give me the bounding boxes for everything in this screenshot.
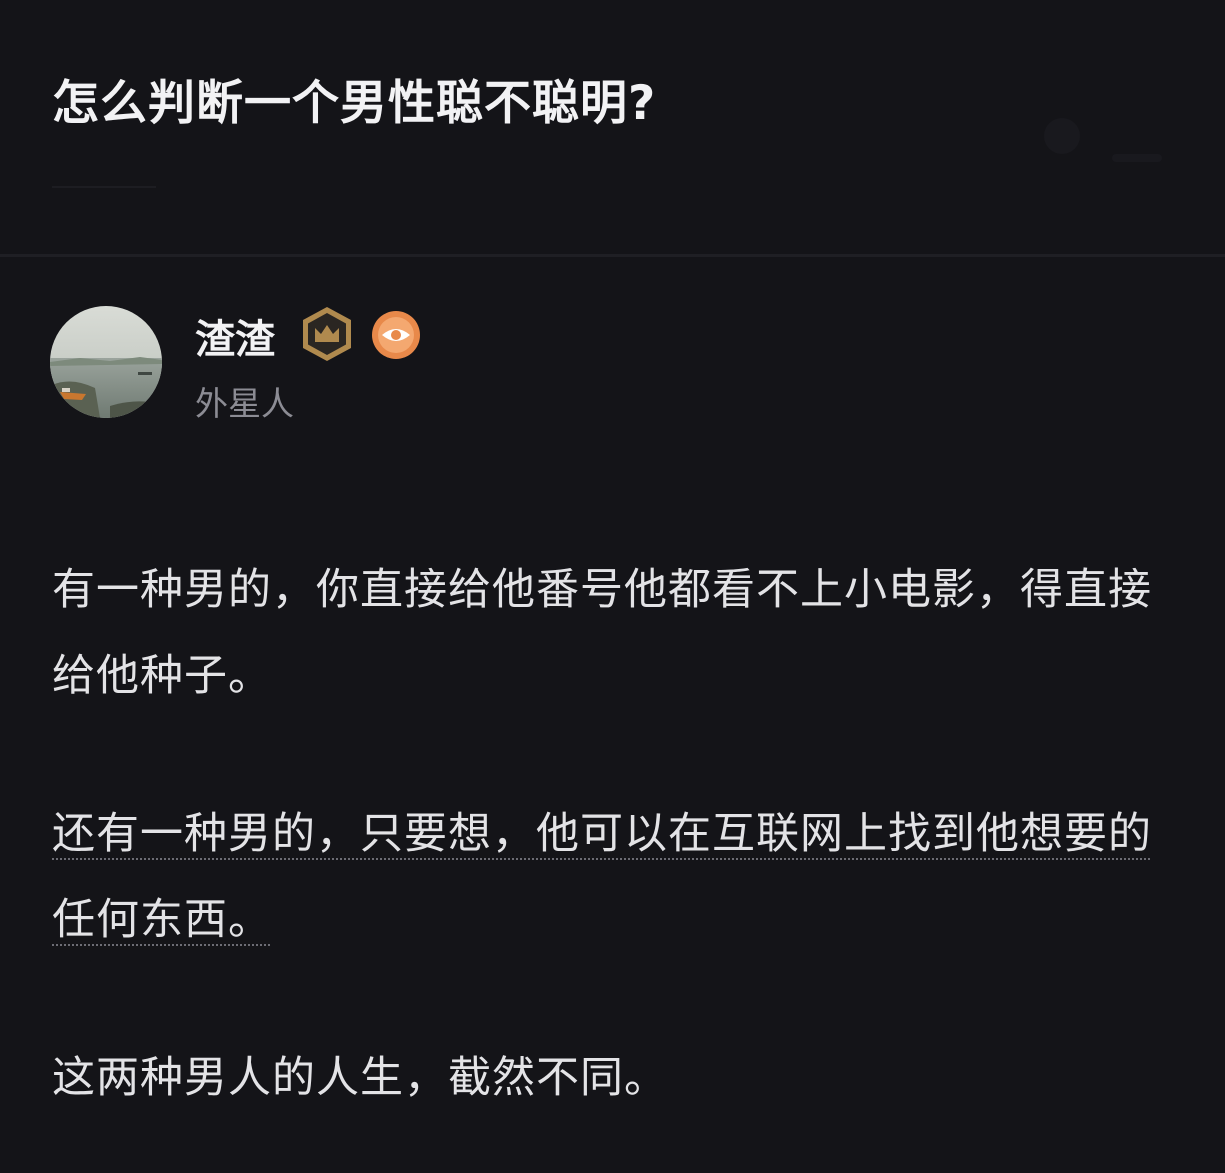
answer-paragraph-underlined: 还有一种男的，只要想，他可以在互联网上找到他想要的任何东西。 xyxy=(52,809,1152,945)
author-avatar[interactable] xyxy=(50,306,162,418)
question-header: 怎么判断一个男性聪不聪明? xyxy=(0,0,1225,254)
faded-divider xyxy=(52,186,156,188)
author-name[interactable]: 渣渣 xyxy=(195,307,275,365)
author-title: 外星人 xyxy=(195,384,294,423)
crown-badge-icon[interactable] xyxy=(297,304,357,364)
answer-paragraph: 有一种男的，你直接给他番号他都看不上小电影，得直接给他种子。 xyxy=(52,565,1152,701)
eye-badge-icon[interactable] xyxy=(370,309,422,361)
faded-icon xyxy=(1044,118,1080,154)
answer-paragraph: 这两种男人的人生，截然不同。 xyxy=(52,1053,668,1103)
answer-card: 渣渣 外星人 有一种男的，你直接给他番号他都看不上小电影，得直接给他种子。 还有… xyxy=(0,257,1225,1173)
avatar-landscape-image xyxy=(50,306,162,418)
question-title[interactable]: 怎么判断一个男性聪不聪明? xyxy=(52,64,656,133)
faded-bar xyxy=(1112,154,1162,162)
